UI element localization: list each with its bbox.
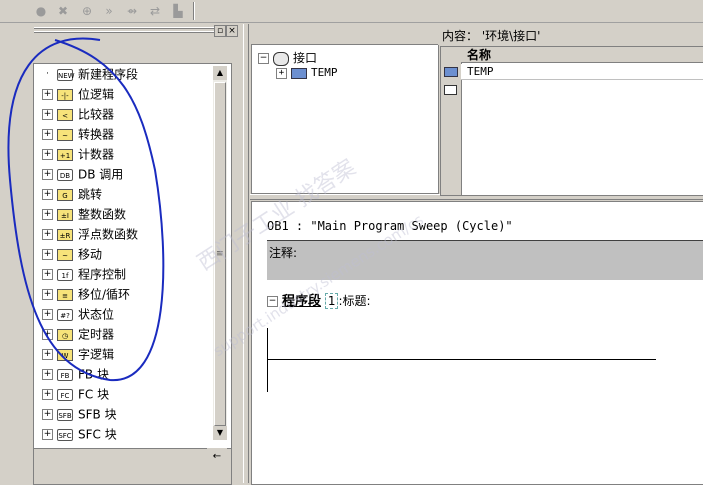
circle-icon[interactable]: ● xyxy=(33,3,49,19)
new-row-icon xyxy=(444,85,457,95)
collapse-icon[interactable]: − xyxy=(258,53,269,64)
row-gutter xyxy=(441,47,462,195)
block-icon[interactable]: ▙ xyxy=(170,3,186,19)
variable-icon xyxy=(291,67,307,79)
link-icon[interactable]: ⇴ xyxy=(124,3,140,19)
cross-plug-icon[interactable]: ✖ xyxy=(55,3,71,19)
toolbar-separator xyxy=(193,2,195,20)
tree-item-label: SFB 块 xyxy=(78,407,117,422)
tree-root-label: 接口 xyxy=(293,51,318,65)
comment-label: 注释: xyxy=(269,246,298,260)
scroll-down-icon[interactable]: ▼ xyxy=(213,426,227,440)
expand-icon[interactable]: + xyxy=(276,67,287,79)
connect-icon[interactable]: ⊕ xyxy=(79,3,95,19)
tree-item-sfb-block[interactable]: + SFB SFB 块 xyxy=(42,404,117,424)
scroll-up-icon[interactable]: ▲ xyxy=(213,66,227,80)
tree-item-label: TEMP xyxy=(311,66,338,79)
insert-button[interactable]: ← xyxy=(207,448,227,466)
sfb-block-icon: SFB xyxy=(57,408,73,421)
vertical-splitter[interactable] xyxy=(243,24,249,483)
ladder-rung[interactable] xyxy=(267,359,656,360)
export-icon[interactable]: ⇄ xyxy=(147,3,163,19)
interface-icon xyxy=(273,51,289,66)
expand-icon[interactable]: + xyxy=(42,389,53,400)
sfc-block-icon: SFC xyxy=(57,428,73,441)
expand-icon[interactable]: + xyxy=(42,409,53,420)
interface-table: 名称 TEMP xyxy=(440,46,703,196)
expand-icon[interactable]: + xyxy=(42,429,53,440)
toolbar: ● ✖ ⊕ » ⇴ ⇄ ▙ xyxy=(0,0,703,23)
panel-grip[interactable] xyxy=(34,27,220,29)
tree-item-temp[interactable]: + TEMP xyxy=(276,66,338,79)
power-rail xyxy=(267,328,268,392)
content-title: 内容： '环境\接口' xyxy=(438,27,703,45)
table-row[interactable]: TEMP xyxy=(461,64,703,80)
annotation-circle xyxy=(7,37,165,382)
restore-icon[interactable]: ▫ xyxy=(214,25,226,37)
tree-root-interface[interactable]: − 接口 xyxy=(258,49,317,66)
column-header-name[interactable]: 名称 xyxy=(461,47,703,63)
fc-block-icon: FC xyxy=(57,388,73,401)
close-icon[interactable]: × xyxy=(226,25,238,37)
code-editor[interactable]: OB1 : "Main Program Sweep (Cycle)" 注释: −… xyxy=(251,201,703,485)
info-box xyxy=(33,448,232,485)
network-title-label: :标题: xyxy=(338,294,371,308)
network-number: 1 xyxy=(324,293,339,309)
tree-item-sfc-block[interactable]: + SFC SFC 块 xyxy=(42,424,117,444)
tree-item-label: SFC 块 xyxy=(78,427,117,442)
forward-icon[interactable]: » xyxy=(101,3,117,19)
variable-icon xyxy=(444,67,458,77)
